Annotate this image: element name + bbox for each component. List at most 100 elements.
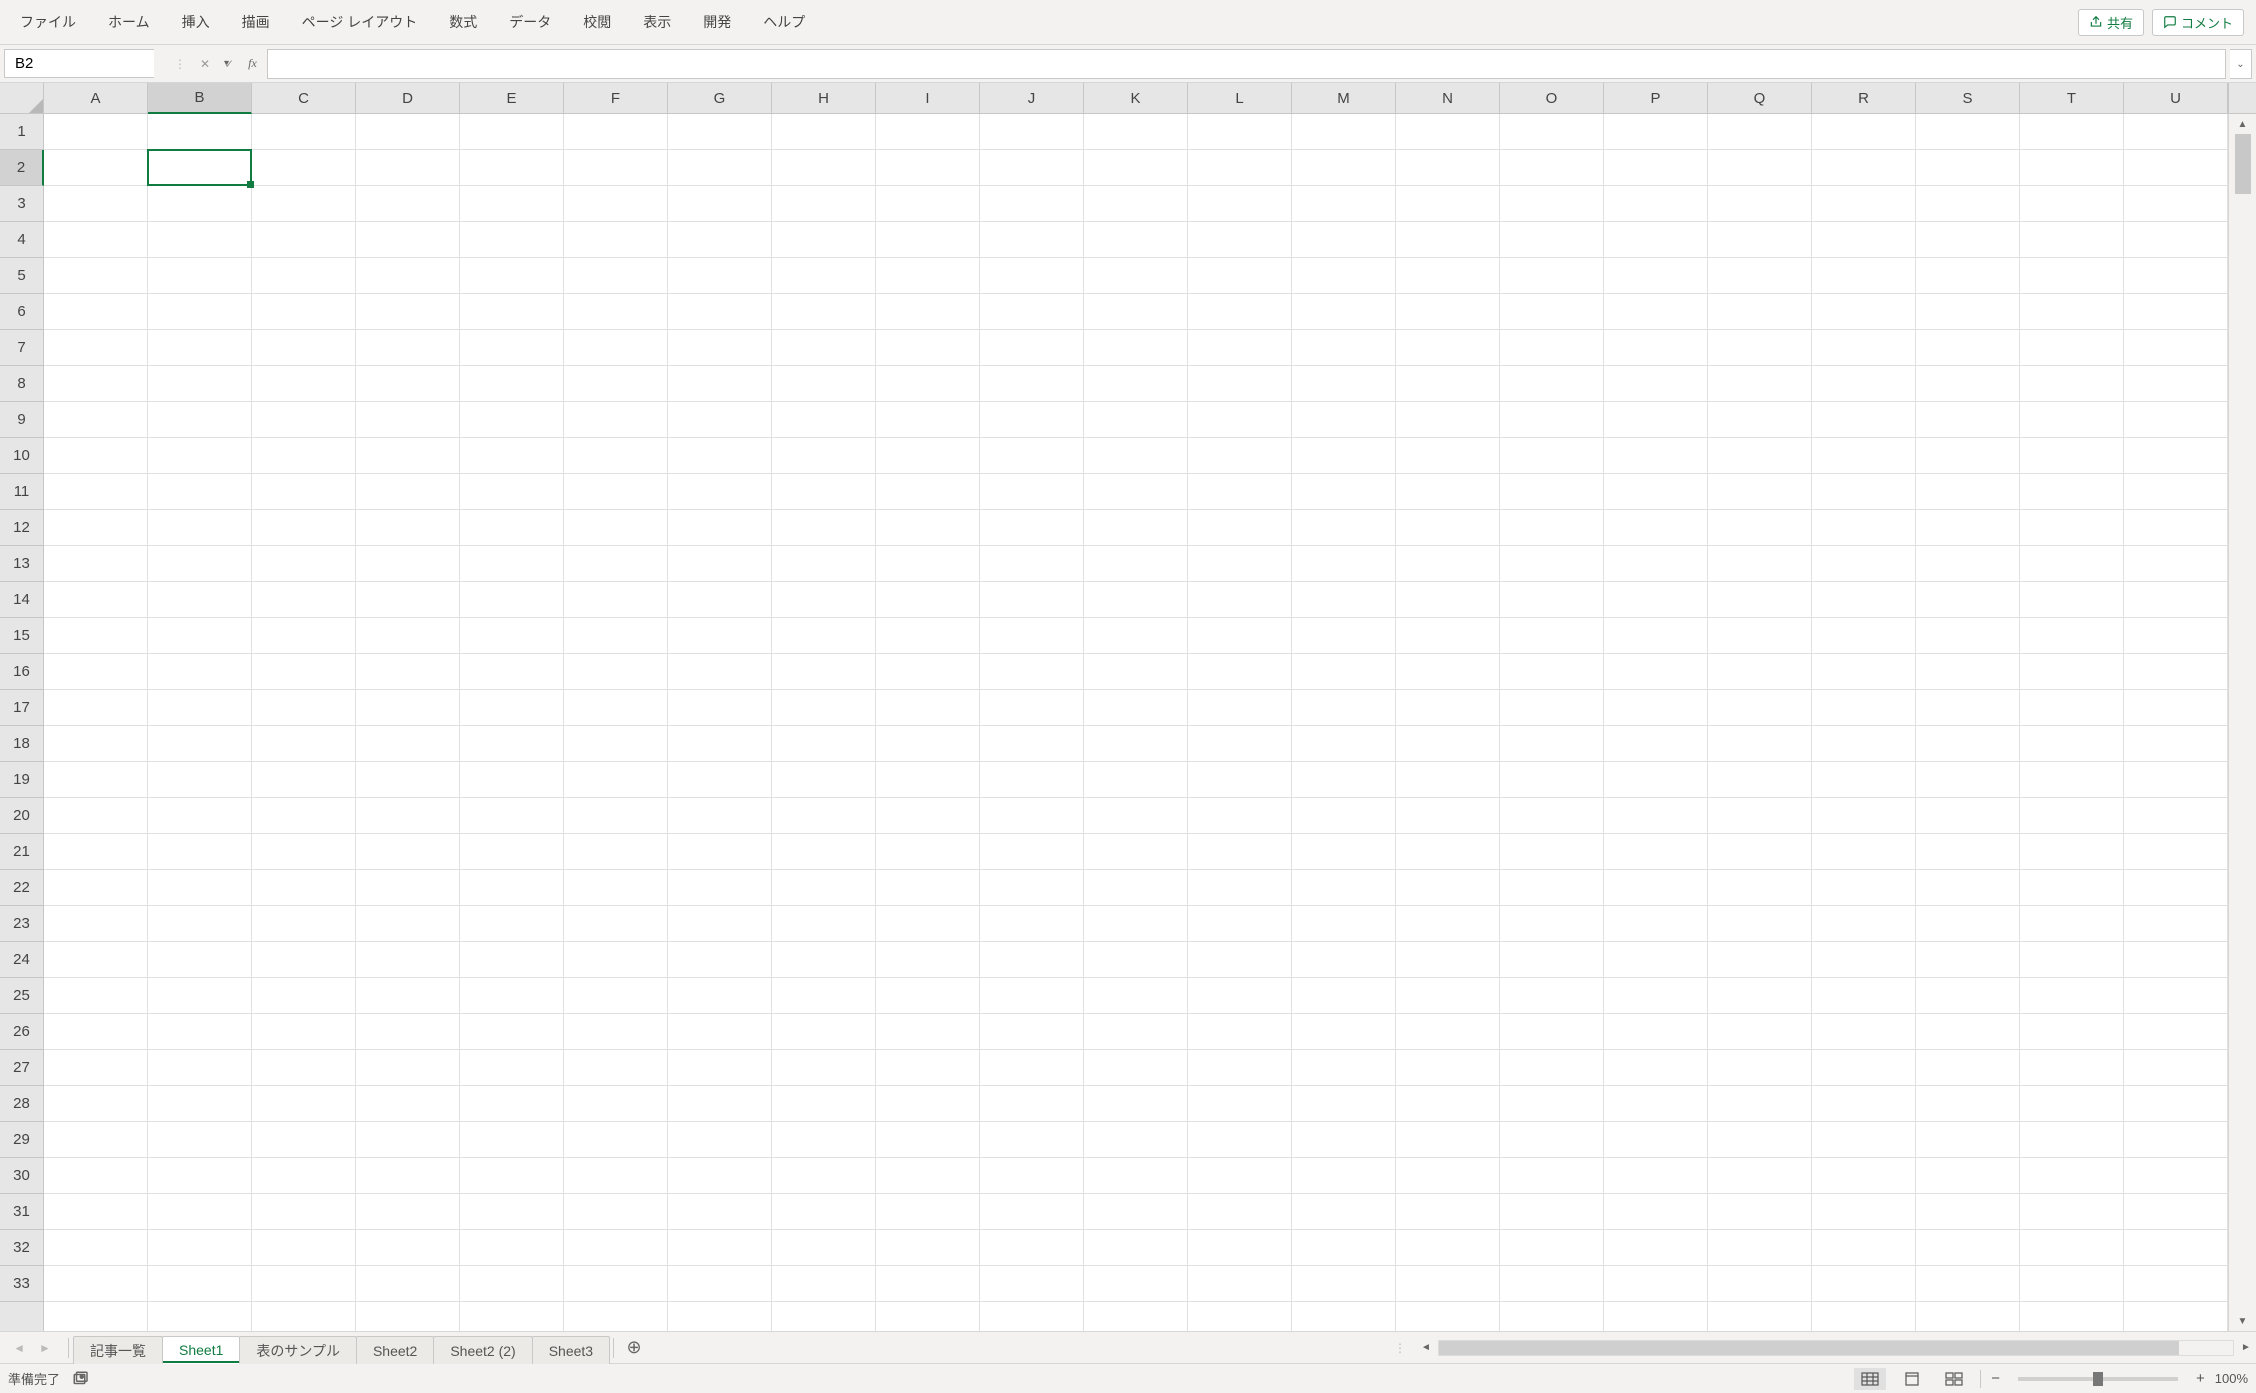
column-header-F[interactable]: F — [564, 83, 668, 113]
zoom-slider-thumb[interactable] — [2093, 1372, 2103, 1386]
row-header-17[interactable]: 17 — [0, 690, 43, 726]
column-header-C[interactable]: C — [252, 83, 356, 113]
view-pagebreak-button[interactable] — [1938, 1368, 1970, 1390]
row-header-18[interactable]: 18 — [0, 726, 43, 762]
vscroll-track[interactable] — [2229, 134, 2256, 1311]
row-header-28[interactable]: 28 — [0, 1086, 43, 1122]
row-header-1[interactable]: 1 — [0, 114, 43, 150]
view-normal-button[interactable] — [1854, 1368, 1886, 1390]
hscroll-track[interactable] — [1438, 1340, 2234, 1356]
column-header-T[interactable]: T — [2020, 83, 2124, 113]
horizontal-scrollbar[interactable]: ◄ ► — [1416, 1332, 2256, 1363]
fx-icon[interactable]: fx — [248, 56, 257, 71]
column-header-P[interactable]: P — [1604, 83, 1708, 113]
cancel-icon[interactable]: ✕ — [200, 57, 210, 71]
formula-input[interactable] — [267, 49, 2226, 79]
row-header-15[interactable]: 15 — [0, 618, 43, 654]
column-header-D[interactable]: D — [356, 83, 460, 113]
cells-area[interactable] — [44, 114, 2228, 1331]
row-header-8[interactable]: 8 — [0, 366, 43, 402]
zoom-slider[interactable] — [2018, 1377, 2178, 1381]
ribbon-tab-pagelayout[interactable]: ページ レイアウト — [286, 0, 434, 44]
name-box[interactable]: ▾ — [4, 49, 154, 78]
row-header-27[interactable]: 27 — [0, 1050, 43, 1086]
sheet-tab-3[interactable]: Sheet2 — [356, 1336, 434, 1364]
column-header-J[interactable]: J — [980, 83, 1084, 113]
row-header-32[interactable]: 32 — [0, 1230, 43, 1266]
sheet-tab-4[interactable]: Sheet2 (2) — [433, 1336, 532, 1364]
row-header-3[interactable]: 3 — [0, 186, 43, 222]
column-header-H[interactable]: H — [772, 83, 876, 113]
scroll-down-icon[interactable]: ▼ — [2229, 1311, 2256, 1331]
add-sheet-button[interactable]: ⊕ — [618, 1332, 650, 1363]
formula-expand-icon[interactable]: ⌄ — [2230, 49, 2252, 79]
more-icon[interactable]: ⋮ — [174, 57, 186, 71]
sheet-tab-0[interactable]: 記事一覧 — [73, 1336, 163, 1364]
row-header-23[interactable]: 23 — [0, 906, 43, 942]
row-header-5[interactable]: 5 — [0, 258, 43, 294]
row-header-19[interactable]: 19 — [0, 762, 43, 798]
ribbon-tab-view[interactable]: 表示 — [627, 0, 687, 44]
vscroll-thumb[interactable] — [2235, 134, 2251, 194]
ribbon-tab-developer[interactable]: 開発 — [687, 0, 747, 44]
row-header-7[interactable]: 7 — [0, 330, 43, 366]
tab-scroll-handle-icon[interactable]: ⋮ — [1394, 1341, 1412, 1355]
zoom-level[interactable]: 100% — [2215, 1371, 2248, 1386]
row-header-31[interactable]: 31 — [0, 1194, 43, 1230]
sheet-nav-next-icon[interactable]: ► — [39, 1341, 51, 1355]
row-header-22[interactable]: 22 — [0, 870, 43, 906]
row-header-13[interactable]: 13 — [0, 546, 43, 582]
row-header-30[interactable]: 30 — [0, 1158, 43, 1194]
ribbon-tab-formulas[interactable]: 数式 — [433, 0, 493, 44]
row-header-20[interactable]: 20 — [0, 798, 43, 834]
row-header-2[interactable]: 2 — [0, 150, 44, 186]
hscroll-thumb[interactable] — [1439, 1341, 2179, 1355]
ribbon-tab-insert[interactable]: 挿入 — [166, 0, 226, 44]
column-header-G[interactable]: G — [668, 83, 772, 113]
row-header-24[interactable]: 24 — [0, 942, 43, 978]
column-header-A[interactable]: A — [44, 83, 148, 113]
column-header-B[interactable]: B — [148, 83, 252, 114]
ribbon-tab-review[interactable]: 校閲 — [567, 0, 627, 44]
column-header-R[interactable]: R — [1812, 83, 1916, 113]
row-header-26[interactable]: 26 — [0, 1014, 43, 1050]
column-header-L[interactable]: L — [1188, 83, 1292, 113]
sheet-nav-prev-icon[interactable]: ◄ — [13, 1341, 25, 1355]
column-header-E[interactable]: E — [460, 83, 564, 113]
column-header-M[interactable]: M — [1292, 83, 1396, 113]
select-all-corner[interactable] — [0, 83, 44, 113]
scroll-right-icon[interactable]: ► — [2236, 1342, 2256, 1353]
column-header-N[interactable]: N — [1396, 83, 1500, 113]
sheet-tab-2[interactable]: 表のサンプル — [239, 1336, 357, 1364]
confirm-icon[interactable]: ✓ — [224, 57, 234, 71]
row-header-9[interactable]: 9 — [0, 402, 43, 438]
row-header-21[interactable]: 21 — [0, 834, 43, 870]
column-header-K[interactable]: K — [1084, 83, 1188, 113]
row-header-6[interactable]: 6 — [0, 294, 43, 330]
sheet-tab-1[interactable]: Sheet1 — [162, 1336, 240, 1364]
row-header-10[interactable]: 10 — [0, 438, 43, 474]
view-pagelayout-button[interactable] — [1896, 1368, 1928, 1390]
row-header-12[interactable]: 12 — [0, 510, 43, 546]
row-header-29[interactable]: 29 — [0, 1122, 43, 1158]
row-header-33[interactable]: 33 — [0, 1266, 43, 1302]
macro-record-icon[interactable] — [72, 1370, 90, 1388]
zoom-out-button[interactable]: − — [1991, 1370, 2000, 1387]
ribbon-tab-home[interactable]: ホーム — [92, 0, 166, 44]
comments-button[interactable]: コメント — [2152, 9, 2244, 36]
scroll-up-icon[interactable]: ▲ — [2229, 114, 2256, 134]
share-button[interactable]: 共有 — [2078, 9, 2144, 36]
row-header-16[interactable]: 16 — [0, 654, 43, 690]
row-header-14[interactable]: 14 — [0, 582, 43, 618]
vertical-scrollbar[interactable]: ▲ ▼ — [2228, 114, 2256, 1331]
column-header-S[interactable]: S — [1916, 83, 2020, 113]
sheet-tab-5[interactable]: Sheet3 — [532, 1336, 610, 1364]
row-header-25[interactable]: 25 — [0, 978, 43, 1014]
scroll-left-icon[interactable]: ◄ — [1416, 1342, 1436, 1353]
ribbon-tab-data[interactable]: データ — [493, 0, 567, 44]
ribbon-tab-file[interactable]: ファイル — [4, 0, 92, 44]
column-header-Q[interactable]: Q — [1708, 83, 1812, 113]
column-header-O[interactable]: O — [1500, 83, 1604, 113]
ribbon-tab-draw[interactable]: 描画 — [226, 0, 286, 44]
row-header-4[interactable]: 4 — [0, 222, 43, 258]
